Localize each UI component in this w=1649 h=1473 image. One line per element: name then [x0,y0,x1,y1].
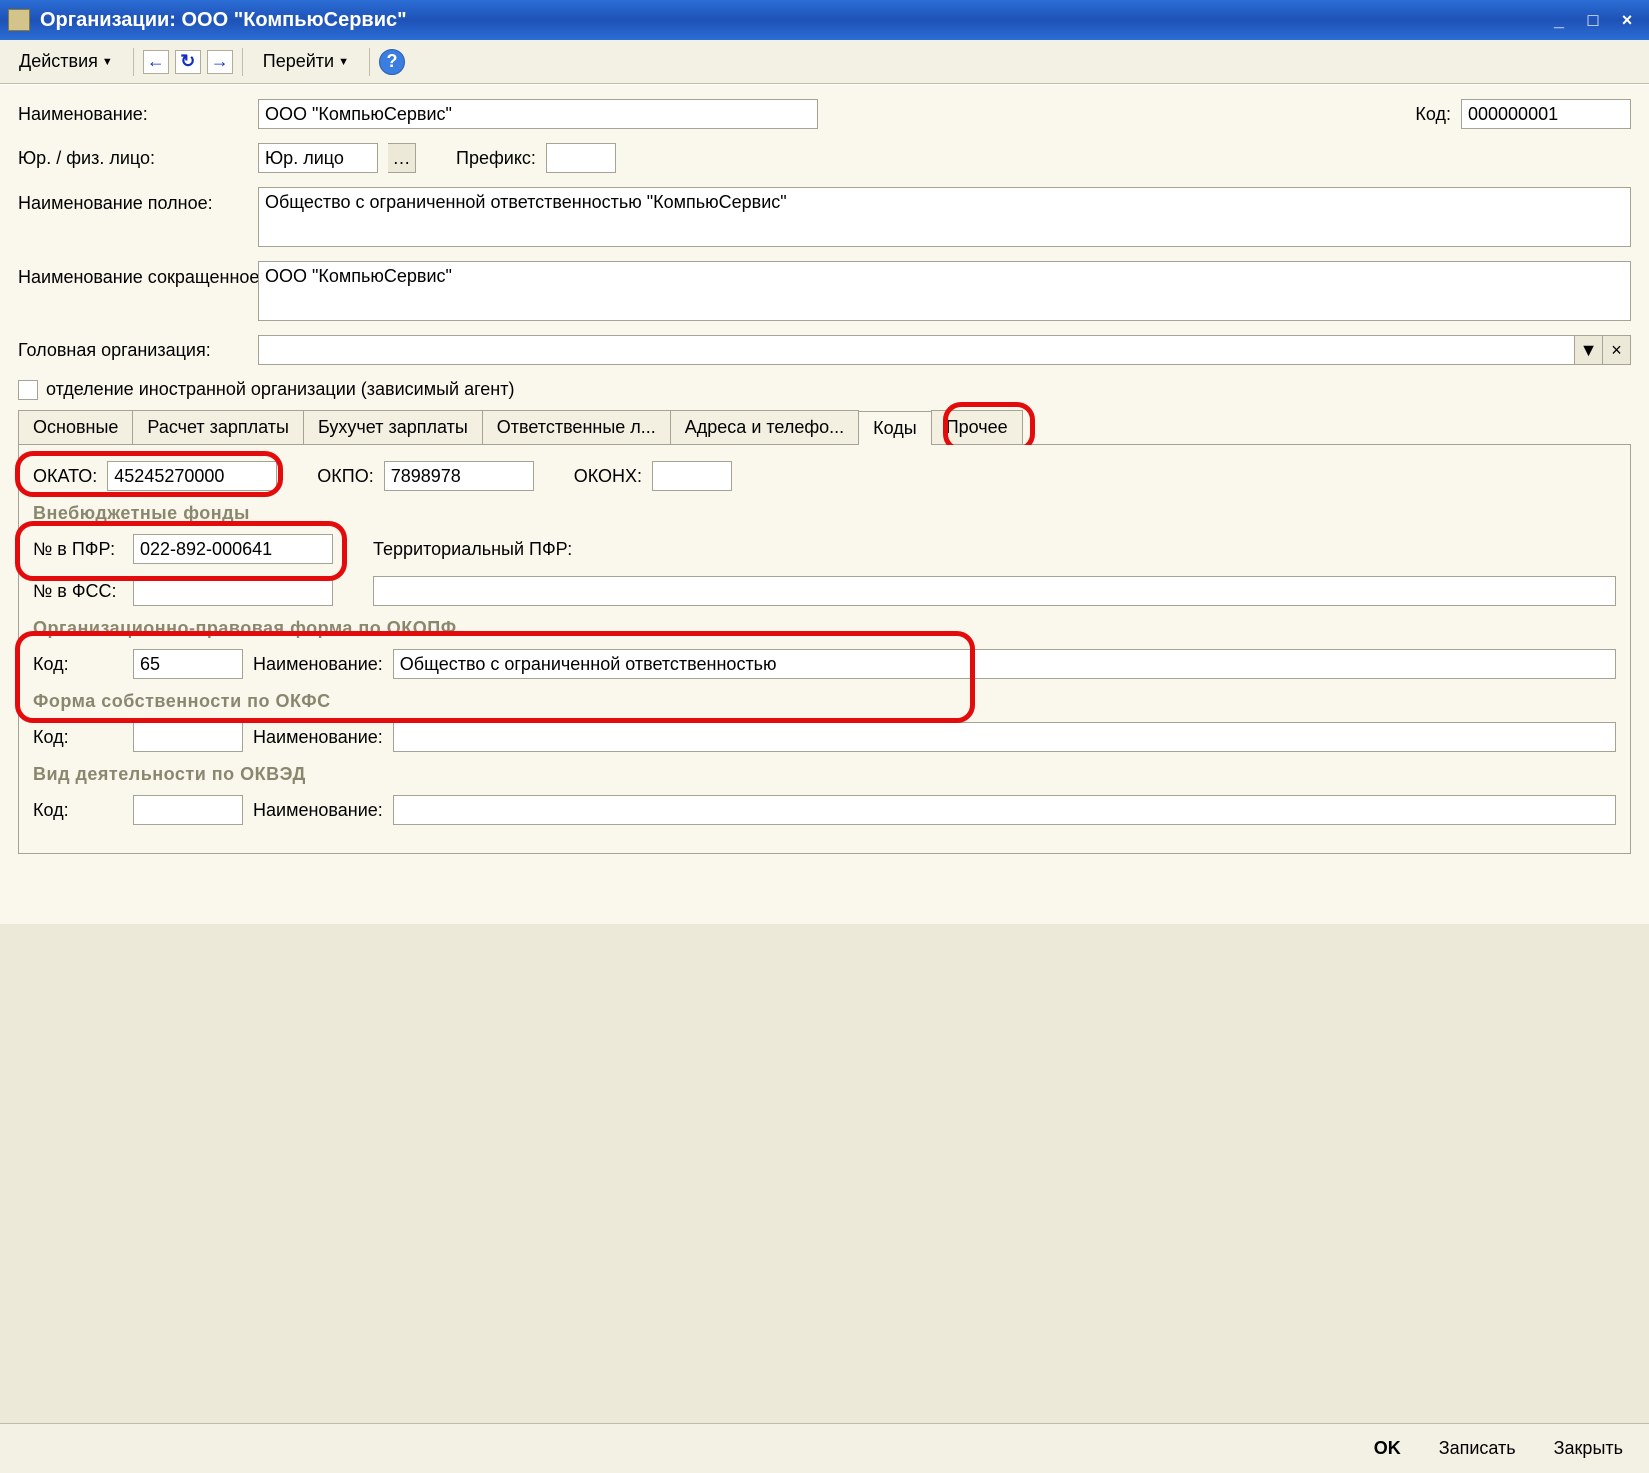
name-label: Наименование: [18,104,248,125]
separator [133,48,134,76]
separator [242,48,243,76]
actions-label: Действия [19,51,98,72]
goto-label: Перейти [263,51,334,72]
foreign-dept-checkbox[interactable] [18,380,38,400]
ok-button[interactable]: OK [1364,1432,1411,1465]
nav-back-icon[interactable]: ← [143,50,169,74]
minimize-button[interactable]: _ [1545,8,1573,32]
fss-num-label: № в ФСС: [33,581,123,602]
okved-heading: Вид деятельности по ОКВЭД [33,764,1616,785]
footer-bar: OK Записать Закрыть [0,1423,1649,1473]
okfs-code-input[interactable] [133,722,243,752]
parent-dropdown-button[interactable]: ▼ [1575,335,1603,365]
foreign-dept-label: отделение иностранной организации (завис… [46,379,514,400]
tab-strip: Основные Расчет зарплаты Бухучет зарплат… [18,410,1631,445]
pfr-num-input[interactable] [133,534,333,564]
tab-addresses[interactable]: Адреса и телефо... [670,410,859,444]
parent-label: Головная организация: [18,340,248,361]
okfs-heading: Форма собственности по ОКФС [33,691,1616,712]
okved-code-input[interactable] [133,795,243,825]
okpo-input[interactable] [384,461,534,491]
prefix-input[interactable] [546,143,616,173]
okfs-code-label: Код: [33,727,123,748]
okfs-name-input[interactable] [393,722,1616,752]
caret-down-icon: ▼ [338,56,349,68]
tab-content-codes: ОКАТО: ОКПО: ОКОНХ: Внебюджетные фонды №… [18,445,1631,854]
okopf-code-input[interactable] [133,649,243,679]
terr-pfr-input[interactable] [373,576,1616,606]
tab-salary-acct[interactable]: Бухучет зарплаты [303,410,483,444]
tab-responsible[interactable]: Ответственные л... [482,410,671,444]
shortname-label: Наименование сокращенное: [18,261,248,288]
okato-input[interactable] [107,461,277,491]
okopf-name-input[interactable] [393,649,1616,679]
person-input[interactable] [258,143,378,173]
okopf-name-label: Наименование: [253,654,383,675]
goto-menu[interactable]: Перейти ▼ [252,46,360,77]
close-window-button[interactable]: × [1613,8,1641,32]
person-label: Юр. / физ. лицо: [18,148,248,169]
nav-forward-icon[interactable]: → [207,50,233,74]
save-button[interactable]: Записать [1429,1432,1526,1465]
actions-menu[interactable]: Действия ▼ [8,46,124,77]
tab-codes[interactable]: Коды [858,411,932,445]
pfr-num-label: № в ПФР: [33,539,123,560]
okonh-label: ОКОНХ: [574,466,642,487]
fullname-label: Наименование полное: [18,187,248,214]
tab-main[interactable]: Основные [18,410,133,444]
okpo-label: ОКПО: [317,466,373,487]
okonh-input[interactable] [652,461,732,491]
name-input[interactable] [258,99,818,129]
funds-heading: Внебюджетные фонды [33,503,1616,524]
code-input[interactable] [1461,99,1631,129]
tab-other[interactable]: Прочее [931,410,1023,444]
parent-input[interactable] [258,335,1575,365]
fullname-input[interactable] [258,187,1631,247]
okopf-code-label: Код: [33,654,123,675]
separator [369,48,370,76]
caret-down-icon: ▼ [102,56,113,68]
toolbar: Действия ▼ ← ↻ → Перейти ▼ ? [0,40,1649,84]
titlebar: Организации: ООО "КомпьюСервис" _ □ × [0,0,1649,40]
okato-label: ОКАТО: [33,466,97,487]
shortname-input[interactable] [258,261,1631,321]
code-label: Код: [1415,104,1451,125]
parent-clear-button[interactable]: × [1603,335,1631,365]
window-title: Организации: ООО "КомпьюСервис" [40,9,1545,32]
help-icon[interactable]: ? [379,49,405,75]
maximize-button[interactable]: □ [1579,8,1607,32]
okved-name-label: Наименование: [253,800,383,821]
fss-num-input[interactable] [133,576,333,606]
terr-pfr-label: Территориальный ПФР: [373,539,572,560]
okved-name-input[interactable] [393,795,1616,825]
tab-salary-calc[interactable]: Расчет зарплаты [132,410,304,444]
okved-code-label: Код: [33,800,123,821]
close-button[interactable]: Закрыть [1544,1432,1633,1465]
refresh-icon[interactable]: ↻ [175,50,201,74]
app-icon [8,9,30,31]
form-area: Наименование: Код: Юр. / физ. лицо: … Пр… [0,84,1649,924]
prefix-label: Префикс: [456,148,536,169]
person-ellipsis-button[interactable]: … [388,143,416,173]
okopf-heading: Организационно-правовая форма по ОКОПФ [33,618,1616,639]
okfs-name-label: Наименование: [253,727,383,748]
